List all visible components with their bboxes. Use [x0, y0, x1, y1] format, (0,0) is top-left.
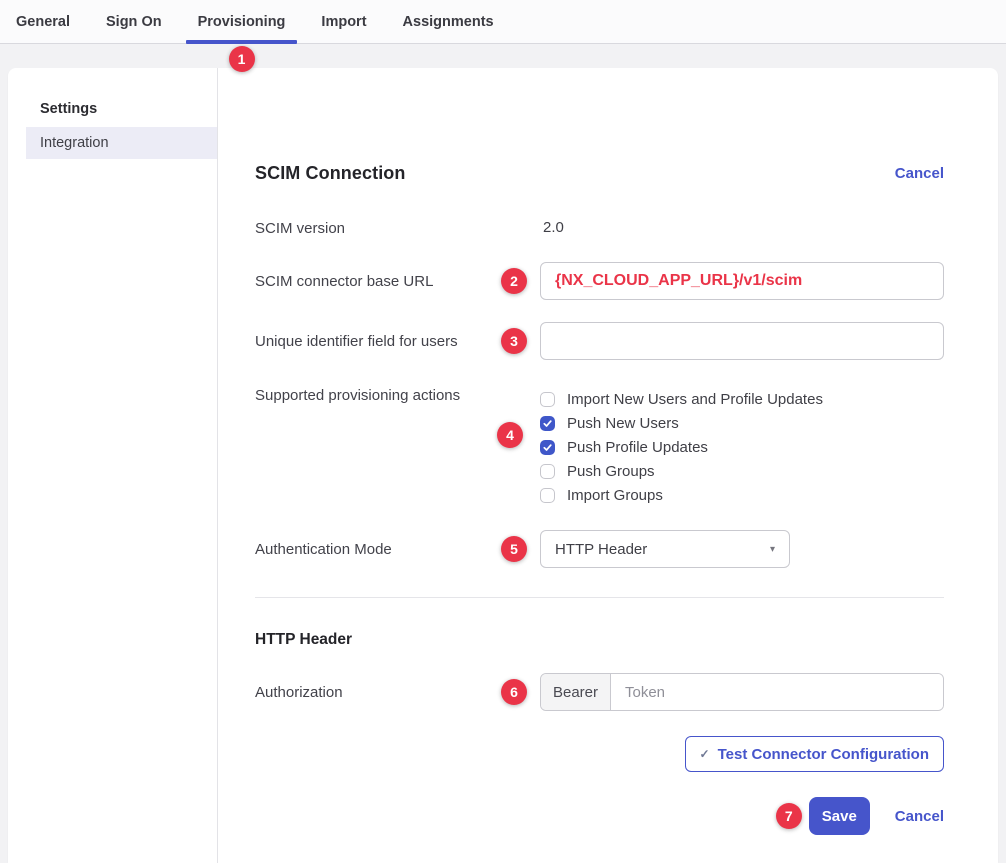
checkbox-checked-icon[interactable] [540, 416, 555, 431]
content-card: Settings Integration SCIM Connection Can… [8, 68, 998, 863]
step-badge-unique-id: 3 [501, 328, 527, 354]
step-badge-provisioning-tab: 1 [229, 46, 255, 72]
panel-header: SCIM Connection Cancel [255, 163, 944, 184]
bearer-prefix: Bearer [541, 674, 611, 710]
tab-assignments[interactable]: Assignments [403, 0, 494, 43]
authorization-row: Authorization 6 Bearer [255, 673, 944, 711]
provisioning-actions-list: Import New Users and Profile Updates Push… [540, 387, 944, 507]
action-option-push-profile-updates[interactable]: Push Profile Updates [540, 435, 944, 459]
action-option-label: Push Profile Updates [567, 439, 708, 456]
sidebar-item-integration[interactable]: Integration [26, 127, 217, 159]
authorization-input-group: Bearer [540, 673, 944, 711]
action-option-push-groups[interactable]: Push Groups [540, 459, 944, 483]
step-badge-base-url: 2 [501, 268, 527, 294]
unique-identifier-label: Unique identifier field for users [255, 333, 540, 350]
step-badge-auth-mode: 5 [501, 536, 527, 562]
tab-sign-on[interactable]: Sign On [106, 0, 162, 43]
checkbox-unchecked-icon[interactable] [540, 488, 555, 503]
step-badge-authorization: 6 [501, 679, 527, 705]
action-option-import-new-users-and-profile-updates[interactable]: Import New Users and Profile Updates [540, 387, 944, 411]
auth-mode-selected-value: HTTP Header [555, 541, 647, 558]
http-header-section-title: HTTP Header [255, 631, 944, 649]
unique-identifier-row: Unique identifier field for users 3 [255, 322, 944, 360]
auth-mode-label: Authentication Mode [255, 541, 540, 558]
footer-actions-row: 7 Save Cancel [255, 797, 944, 835]
checkbox-unchecked-icon[interactable] [540, 392, 555, 407]
cancel-link-top[interactable]: Cancel [895, 165, 944, 182]
test-connector-label: Test Connector Configuration [718, 746, 929, 763]
action-option-label: Push New Users [567, 415, 679, 432]
checkbox-unchecked-icon[interactable] [540, 464, 555, 479]
main-panel: SCIM Connection Cancel SCIM version 2.0 … [218, 68, 998, 863]
test-connector-row: ✓ Test Connector Configuration [255, 736, 944, 772]
cancel-link-bottom[interactable]: Cancel [895, 808, 944, 825]
token-input[interactable] [611, 674, 943, 710]
scim-version-value: 2.0 [540, 219, 564, 236]
test-connector-button[interactable]: ✓ Test Connector Configuration [685, 736, 944, 772]
checkbox-checked-icon[interactable] [540, 440, 555, 455]
sidebar: Settings Integration [8, 68, 218, 863]
step-badge-save: 7 [776, 803, 802, 829]
save-button[interactable]: Save [809, 797, 870, 835]
sidebar-item-label: Integration [40, 135, 109, 151]
step-badge-actions: 4 [497, 422, 523, 448]
action-option-import-groups[interactable]: Import Groups [540, 483, 944, 507]
check-icon: ✓ [700, 748, 710, 760]
base-url-input[interactable] [540, 262, 944, 300]
panel-title: SCIM Connection [255, 163, 406, 184]
section-divider [255, 597, 944, 598]
action-option-push-new-users[interactable]: Push New Users [540, 411, 944, 435]
action-option-label: Import New Users and Profile Updates [567, 391, 823, 408]
scim-version-row: SCIM version 2.0 [255, 219, 944, 237]
auth-mode-row: Authentication Mode 5 HTTP Header ▾ [255, 530, 944, 568]
provisioning-actions-label: Supported provisioning actions [255, 387, 540, 404]
unique-identifier-input[interactable] [540, 322, 944, 360]
provisioning-actions-row: Supported provisioning actions 4 Import … [255, 387, 944, 507]
authorization-label: Authorization [255, 684, 540, 701]
base-url-label: SCIM connector base URL [255, 273, 540, 290]
sidebar-heading: Settings [40, 101, 217, 117]
chevron-down-icon: ▾ [770, 544, 775, 555]
auth-mode-select[interactable]: HTTP Header ▾ [540, 530, 790, 568]
action-option-label: Push Groups [567, 463, 655, 480]
tab-import[interactable]: Import [321, 0, 366, 43]
scim-version-label: SCIM version [255, 220, 540, 237]
action-option-label: Import Groups [567, 487, 663, 504]
tab-bar: General Sign On Provisioning1 Import Assignm… [0, 0, 1006, 44]
base-url-row: SCIM connector base URL 2 [255, 262, 944, 300]
tab-general[interactable]: General [16, 0, 70, 43]
tab-provisioning[interactable]: Provisioning1 [198, 0, 286, 43]
